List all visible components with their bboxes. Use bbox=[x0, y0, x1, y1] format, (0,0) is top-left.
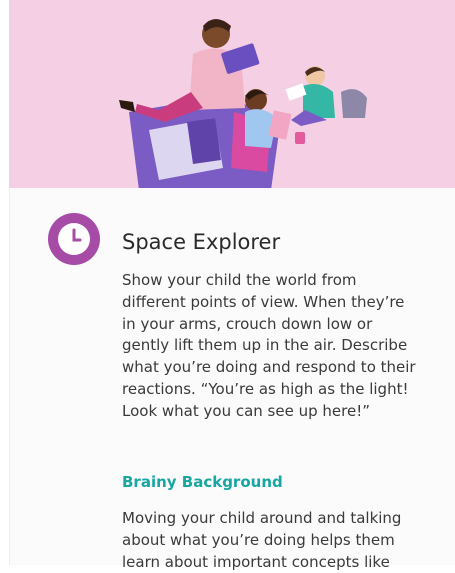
backpack-icon bbox=[341, 89, 367, 118]
family-reading-illustration bbox=[119, 19, 367, 188]
hero-illustration bbox=[9, 0, 455, 188]
brainy-background-text: Moving your child around and talking abo… bbox=[122, 509, 402, 571]
activity-description: Show your child the world from different… bbox=[122, 271, 416, 420]
cup-icon bbox=[295, 132, 305, 144]
activity-title: Space Explorer bbox=[122, 230, 281, 254]
book-icon bbox=[221, 43, 260, 74]
brainy-background-heading: Brainy Background bbox=[122, 473, 283, 491]
clock-icon bbox=[48, 213, 100, 265]
